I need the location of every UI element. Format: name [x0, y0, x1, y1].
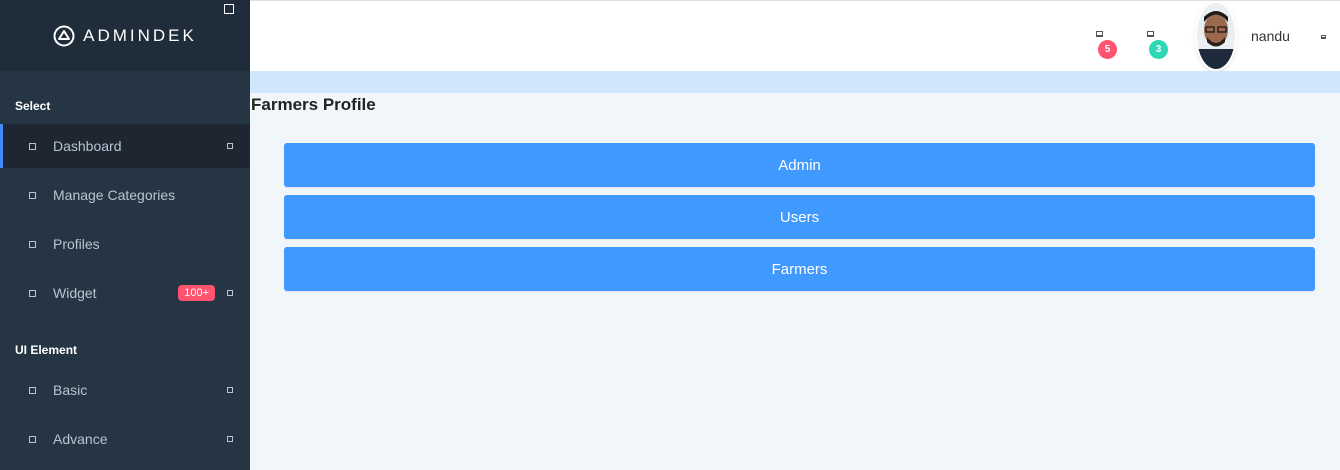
page-title: Farmers Profile [251, 95, 376, 114]
sidebar: ADMINDEK Select Dashboard Manage Categor… [0, 0, 250, 470]
users-button[interactable]: Users [284, 195, 1315, 239]
widget-count-badge: 100+ [178, 285, 215, 301]
sidebar-item-manage-categories[interactable]: Manage Categories [0, 173, 250, 217]
chevron-down-icon[interactable] [1321, 35, 1326, 39]
chevron-right-icon [227, 290, 233, 296]
sidebar-toggle-icon[interactable] [224, 4, 234, 14]
sidebar-item-label: Advance [53, 431, 108, 447]
bell-icon[interactable] [1096, 31, 1103, 37]
top-header: 5 3 nandu [250, 0, 1340, 71]
avatar-image [1197, 3, 1235, 69]
widget-icon [29, 289, 36, 297]
sidebar-item-label: Dashboard [53, 138, 122, 154]
admin-button[interactable]: Admin [284, 143, 1315, 187]
user-name[interactable]: nandu [1251, 28, 1290, 44]
logo-icon [53, 25, 75, 46]
sidebar-item-label: Profiles [53, 236, 100, 252]
section-label-ui-element: UI Element [15, 343, 78, 357]
sidebar-item-widget[interactable]: Widget 100+ [0, 271, 250, 315]
categories-icon [29, 191, 36, 199]
notification-count-badge: 5 [1098, 40, 1117, 59]
farmers-button[interactable]: Farmers [284, 247, 1315, 291]
brand-name: ADMINDEK [83, 25, 197, 45]
brand-logo[interactable]: ADMINDEK [53, 25, 197, 47]
profiles-icon [29, 240, 36, 248]
header-divider-strip [250, 71, 1340, 93]
chevron-right-icon [227, 143, 233, 149]
dashboard-icon [29, 142, 36, 150]
advance-icon [29, 435, 36, 443]
sidebar-item-basic[interactable]: Basic [0, 368, 250, 412]
sidebar-item-label: Basic [53, 382, 88, 398]
avatar[interactable] [1197, 3, 1235, 69]
brand-header: ADMINDEK [0, 0, 250, 71]
sidebar-item-advance[interactable]: Advance [0, 417, 250, 461]
chevron-right-icon [227, 436, 233, 442]
basic-icon [29, 386, 36, 394]
sidebar-item-dashboard[interactable]: Dashboard [0, 124, 250, 168]
message-count-badge: 3 [1149, 40, 1168, 59]
chevron-right-icon [227, 387, 233, 393]
sidebar-item-label: Widget [53, 285, 97, 301]
sidebar-item-profiles[interactable]: Profiles [0, 222, 250, 266]
section-label-select: Select [15, 99, 51, 113]
message-icon[interactable] [1147, 31, 1154, 37]
sidebar-item-label: Manage Categories [53, 187, 176, 203]
